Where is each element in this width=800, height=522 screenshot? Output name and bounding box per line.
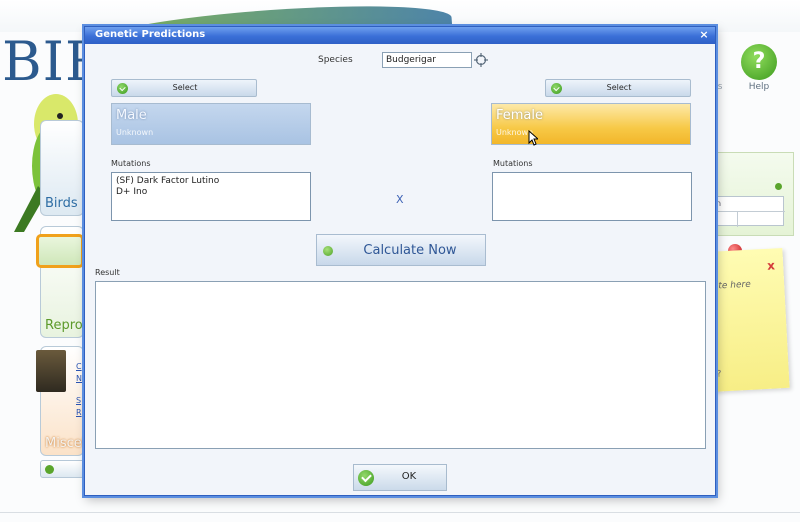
reproduction-tile-label: Repro	[45, 318, 83, 333]
book-icon	[36, 350, 66, 392]
male-panel[interactable]: Male Unknown	[111, 103, 311, 145]
misc-link-1[interactable]: C	[76, 362, 82, 371]
ok-label: OK	[401, 471, 417, 482]
result-output[interactable]	[95, 281, 706, 449]
female-mutations-list[interactable]	[492, 172, 692, 221]
nest-house-icon	[36, 234, 84, 268]
select-female-button[interactable]: Select	[545, 79, 691, 97]
help-label: Help	[748, 82, 770, 92]
select-female-label: Select	[606, 83, 632, 92]
sticky-note-close-icon[interactable]: x	[767, 258, 775, 272]
calculate-now-button[interactable]: Calculate Now	[316, 234, 486, 266]
species-field[interactable]: Budgerigar	[382, 52, 472, 68]
misc-link-2[interactable]: N	[76, 374, 82, 383]
dialog-title: Genetic Predictions	[95, 29, 206, 40]
background-divider	[0, 512, 800, 513]
male-mutations-list[interactable]: (SF) Dark Factor Lutino D+ Ino	[111, 172, 311, 221]
select-male-button[interactable]: Select	[111, 79, 257, 97]
misc-link-4[interactable]: R	[76, 408, 82, 417]
dialog-titlebar[interactable]: Genetic Predictions ×	[85, 27, 715, 44]
background-side-text: n	[716, 199, 722, 208]
female-title: Female	[496, 108, 544, 123]
male-mutations-label: Mutations	[111, 159, 151, 168]
female-mutations-label: Mutations	[493, 159, 533, 168]
genetic-predictions-dialog: Genetic Predictions × Species Budgerigar…	[84, 26, 716, 496]
list-item[interactable]: (SF) Dark Factor Lutino	[116, 176, 306, 187]
birds-tile-label: Birds	[45, 196, 78, 211]
species-label: Species	[318, 55, 353, 65]
misc-link-3[interactable]: S	[76, 396, 81, 405]
close-icon[interactable]: ×	[697, 28, 711, 42]
calculate-now-label: Calculate Now	[363, 243, 457, 258]
crosshair-icon[interactable]	[474, 53, 488, 67]
cross-symbol: X	[396, 193, 404, 206]
help-icon: ?	[741, 44, 777, 80]
background-side-grid	[714, 196, 785, 227]
male-title: Male	[116, 108, 147, 123]
sticky-note-mark: ?	[716, 369, 722, 380]
misc-tile-label: Miscel	[45, 436, 86, 451]
background-bottom-button[interactable]	[40, 460, 86, 478]
male-subtitle: Unknown	[116, 128, 154, 137]
ok-button[interactable]: OK	[353, 464, 447, 491]
list-item[interactable]: D+ Ino	[116, 187, 306, 198]
result-label: Result	[95, 268, 120, 277]
mouse-cursor-icon	[528, 130, 538, 146]
sticky-note-text: rite here	[711, 279, 752, 292]
birds-tile[interactable]: Birds	[40, 120, 84, 216]
female-panel[interactable]: Female Unknown	[491, 103, 691, 145]
select-male-label: Select	[172, 83, 198, 92]
help-button[interactable]: ? Help	[738, 44, 780, 96]
green-dot-icon	[775, 183, 782, 190]
green-dot-icon	[45, 465, 54, 474]
